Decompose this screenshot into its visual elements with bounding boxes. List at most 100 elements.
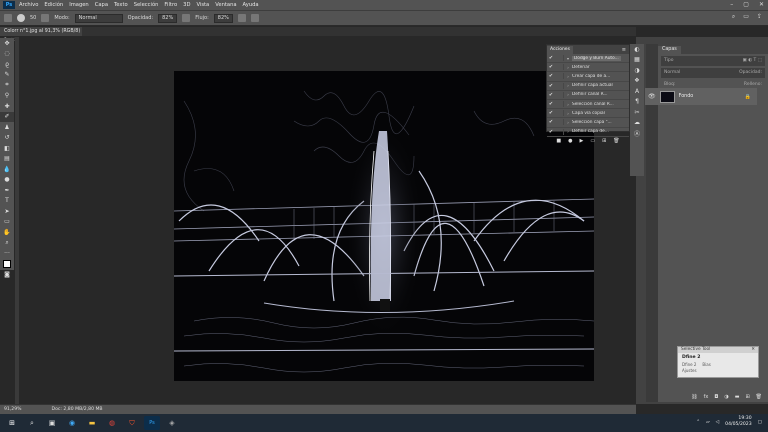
- action-item[interactable]: ✔ › Definir canal R...: [547, 91, 629, 100]
- tab-capas[interactable]: Capas: [658, 46, 681, 54]
- menu-imagen[interactable]: Imagen: [69, 2, 89, 8]
- link-layers-icon[interactable]: ⛓: [691, 394, 697, 400]
- quick-mask-icon[interactable]: ◙: [0, 269, 14, 280]
- menu-3d[interactable]: 3D: [183, 2, 190, 8]
- clock[interactable]: 19:30 04/05/2023: [725, 416, 751, 428]
- actions-title[interactable]: Acciones: [547, 45, 573, 54]
- healing-brush-tool-icon[interactable]: ✚: [0, 101, 14, 112]
- adjustment-layer-icon[interactable]: ◑: [724, 394, 728, 400]
- action-item[interactable]: ✔ › Capa vía copiar: [547, 109, 629, 119]
- hand-tool-icon[interactable]: ✋: [0, 227, 14, 238]
- close-icon[interactable]: ✕: [751, 347, 755, 353]
- brush-preset-icon[interactable]: [17, 14, 25, 22]
- more-tools-icon[interactable]: ···: [0, 248, 14, 259]
- share-icon[interactable]: ⇪: [757, 13, 762, 21]
- action-item[interactable]: ✔ › Selección capa "...: [547, 118, 629, 128]
- play-icon[interactable]: ▶: [579, 138, 583, 144]
- brush-tool-icon[interactable]: ✐: [0, 111, 14, 122]
- history-brush-tool-icon[interactable]: ↺: [0, 133, 14, 144]
- check-icon[interactable]: ✔: [547, 110, 555, 116]
- new-layer-icon[interactable]: ⊞: [745, 394, 749, 400]
- menu-ventana[interactable]: Ventana: [215, 2, 236, 8]
- check-icon[interactable]: ✔: [547, 83, 555, 89]
- move-tool-icon[interactable]: ✥: [0, 38, 14, 49]
- workspace-icon[interactable]: ▭: [743, 13, 749, 21]
- stop-icon[interactable]: ■: [556, 138, 561, 144]
- document-tab[interactable]: Colorr n°1.jpg al 91,3% (RGB/8) * ×: [0, 27, 82, 43]
- type-tool-icon[interactable]: T: [0, 196, 14, 207]
- eraser-tool-icon[interactable]: ◧: [0, 143, 14, 154]
- lock-icon[interactable]: 🔒: [745, 94, 751, 100]
- menu-ayuda[interactable]: Ayuda: [243, 2, 259, 8]
- mask-icon[interactable]: ◘: [714, 394, 718, 400]
- eyedropper-tool-icon[interactable]: ⚲: [0, 91, 14, 102]
- swatches-panel-icon[interactable]: ▦: [630, 55, 644, 66]
- document-image[interactable]: [174, 71, 594, 381]
- search-icon[interactable]: ⌕: [732, 13, 735, 21]
- new-action-icon[interactable]: ⊞: [602, 138, 606, 144]
- delete-action-icon[interactable]: 🗑: [613, 138, 619, 144]
- check-icon[interactable]: ✔: [547, 119, 555, 125]
- styles-panel-icon[interactable]: ❖: [630, 76, 644, 87]
- visibility-eye-icon[interactable]: 👁: [648, 93, 656, 100]
- panel-menu-icon[interactable]: ≡: [622, 47, 626, 53]
- shape-tool-icon[interactable]: ▭: [0, 217, 14, 228]
- search-icon[interactable]: ⌕: [24, 416, 40, 430]
- action-item[interactable]: ✔ › Crear capa de a...: [547, 72, 629, 82]
- clone-stamp-tool-icon[interactable]: ♟: [0, 122, 14, 133]
- path-selection-tool-icon[interactable]: ➤: [0, 206, 14, 217]
- brush-presets-icon[interactable]: ☁: [630, 118, 644, 129]
- brush-tool-icon[interactable]: [4, 14, 12, 22]
- adjustments-link[interactable]: Ajustes: [678, 367, 758, 374]
- filter-icons[interactable]: ▣ ◐ T ⬚: [743, 56, 762, 66]
- color-panel-icon[interactable]: ◐: [630, 44, 644, 55]
- brave-icon[interactable]: ⛉: [124, 416, 140, 430]
- pressure-opacity-icon[interactable]: [182, 14, 191, 22]
- dodge-tool-icon[interactable]: ●: [0, 175, 14, 186]
- layer-kind-filter[interactable]: Tipo ▣ ◐ T ⬚: [661, 56, 765, 66]
- glyphs-panel-icon[interactable]: Ⓐ: [630, 128, 644, 139]
- check-icon[interactable]: ✔: [547, 55, 555, 61]
- zoom-level[interactable]: 91,29%: [4, 407, 22, 412]
- layer-row-fondo[interactable]: 👁 Fondo 🔒: [645, 88, 757, 105]
- blend-mode-select[interactable]: Normal: [664, 68, 680, 78]
- file-explorer-icon[interactable]: ▬: [84, 416, 100, 430]
- check-icon[interactable]: ✔: [547, 73, 555, 79]
- photoshop-taskbar-icon[interactable]: Ps: [144, 416, 160, 430]
- plugin-option-2[interactable]: Bias: [702, 362, 710, 367]
- crop-tool-icon[interactable]: ⌗: [0, 80, 14, 91]
- network-icon[interactable]: ▱: [706, 420, 710, 425]
- action-item[interactable]: ✔ › Definir capa actual: [547, 82, 629, 91]
- menu-archivo[interactable]: Archivo: [19, 2, 38, 8]
- gradient-tool-icon[interactable]: ▤: [0, 154, 14, 165]
- mode-select[interactable]: Normal: [74, 13, 123, 23]
- check-icon[interactable]: ✔: [547, 129, 555, 135]
- menu-filtro[interactable]: Filtro: [164, 2, 177, 8]
- notifications-icon[interactable]: ▢: [758, 420, 762, 425]
- action-item[interactable]: ✔ › Definir capa de...: [547, 128, 629, 137]
- color-swatches-icon[interactable]: [0, 259, 14, 270]
- plugin-option-1[interactable]: Dfine 2: [682, 362, 696, 367]
- marquee-tool-icon[interactable]: ◌: [0, 49, 14, 60]
- opacity-input[interactable]: 82%: [158, 13, 178, 23]
- menu-seleccion[interactable]: Selección: [134, 2, 159, 8]
- pressure-size-icon[interactable]: [250, 14, 259, 22]
- blend-mode-row[interactable]: Normal Opacidad:: [661, 68, 765, 78]
- fx-icon[interactable]: fx: [704, 394, 709, 400]
- paragraph-panel-icon[interactable]: ¶: [630, 97, 644, 108]
- edge-browser-icon[interactable]: ◉: [64, 416, 80, 430]
- volume-icon[interactable]: ◁: [716, 420, 720, 425]
- menu-capa[interactable]: Capa: [95, 2, 108, 8]
- character-panel-icon[interactable]: A: [630, 86, 644, 97]
- tray-chevron-icon[interactable]: ⌃: [696, 420, 700, 425]
- close-icon[interactable]: ✕: [759, 1, 764, 8]
- windows-start-icon[interactable]: ⊞: [4, 416, 20, 430]
- quick-select-tool-icon[interactable]: ✎: [0, 70, 14, 81]
- flow-input[interactable]: 82%: [213, 13, 233, 23]
- check-icon[interactable]: ✔: [547, 64, 555, 70]
- task-view-icon[interactable]: ▣: [44, 416, 60, 430]
- brush-panel-icon[interactable]: [41, 14, 50, 22]
- group-icon[interactable]: ▬: [735, 394, 740, 400]
- lasso-tool-icon[interactable]: ϱ: [0, 59, 14, 70]
- new-set-icon[interactable]: ▭: [590, 138, 595, 144]
